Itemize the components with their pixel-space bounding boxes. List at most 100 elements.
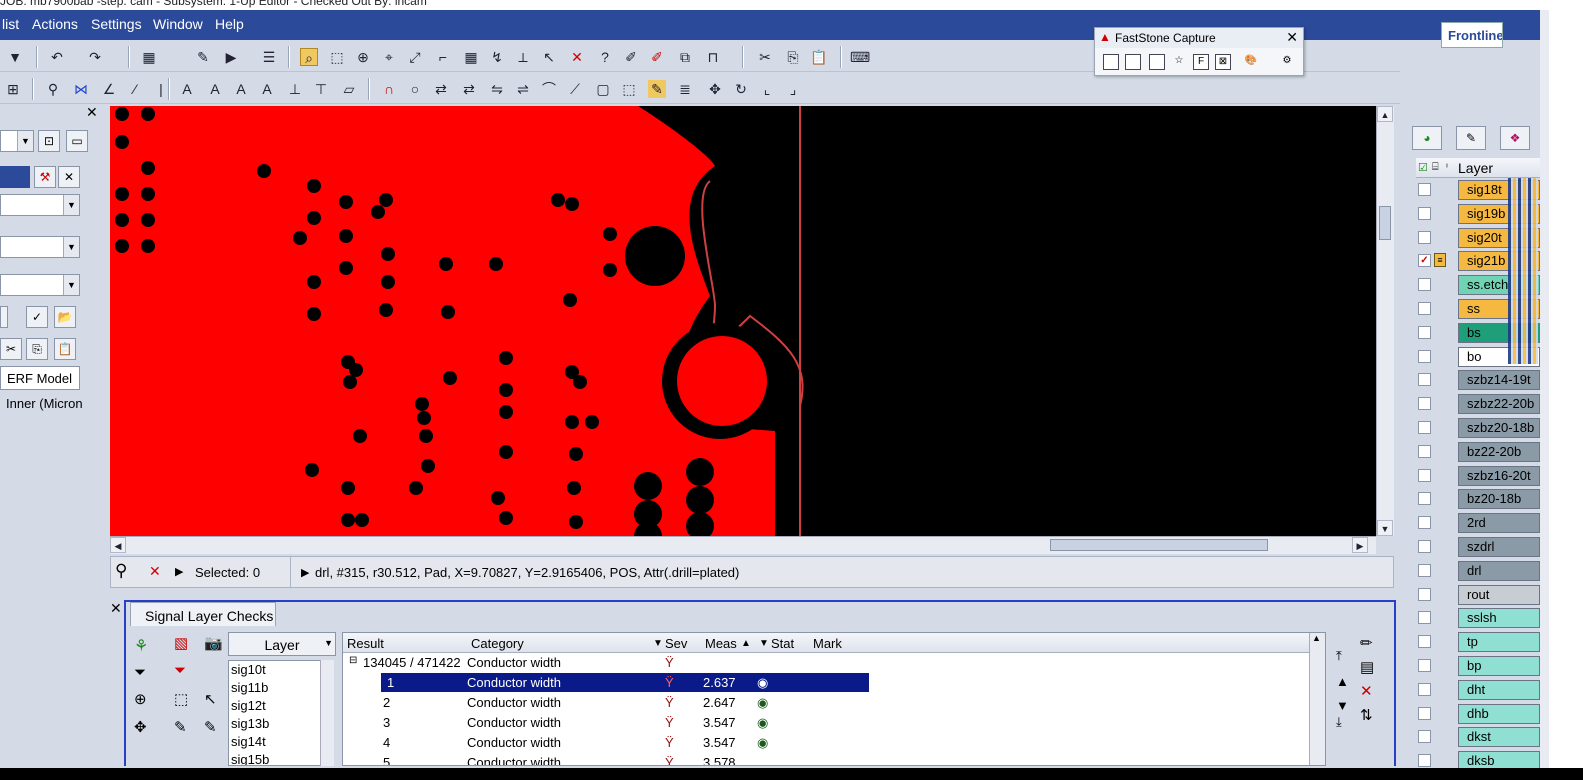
left-dropdown-4[interactable]: ▼ [0, 274, 80, 296]
query-icon[interactable]: ? [596, 48, 614, 66]
scroll-down-icon[interactable]: ▼ [1377, 520, 1393, 536]
angle-icon[interactable]: ∠ [100, 80, 118, 98]
filter-icon[interactable]: ⚲ [115, 561, 127, 581]
zoom-area-icon[interactable]: ⬚ [328, 48, 346, 66]
layer-name[interactable]: 2rd [1458, 513, 1540, 534]
layer-visibility-checkbox[interactable] [1418, 516, 1431, 530]
shape-icon[interactable]: ▱ [340, 80, 358, 98]
zoom-in-icon[interactable]: ⊕ [134, 690, 147, 708]
layer-name[interactable]: sslsh [1458, 608, 1540, 629]
checklist-icon[interactable]: ✓ [26, 306, 48, 328]
layer-visibility-checkbox[interactable] [1418, 682, 1431, 696]
layer-visibility-checkbox[interactable] [1418, 444, 1431, 458]
cross-line-icon[interactable]: ⋈ [72, 80, 90, 98]
arc-icon[interactable]: ⌒ [540, 80, 558, 98]
list-item[interactable]: sig10t [229, 661, 333, 679]
layer-row[interactable]: bz20-18b [1416, 487, 1542, 511]
pad-icon[interactable]: ○ [406, 80, 424, 98]
select-box-icon[interactable]: ⬚ [174, 690, 188, 708]
copy-icon[interactable]: ⎘ [784, 48, 802, 66]
measure-icon[interactable]: ⟂ [514, 48, 532, 66]
graphics-canvas[interactable] [110, 106, 1376, 536]
list-item[interactable]: sig12t [229, 697, 333, 715]
tree-icon[interactable]: ⊞ [4, 80, 22, 98]
delete-icon[interactable]: ✕ [1360, 682, 1373, 700]
square-icon[interactable]: ▢ [594, 80, 612, 98]
layout-icon[interactable]: ▦ [140, 48, 158, 66]
zoom-select-icon[interactable]: ⌖ [380, 48, 398, 66]
tree-icon[interactable]: ⚘ [134, 636, 148, 656]
eye-icon[interactable]: ◉ [757, 735, 768, 751]
tool-icon[interactable]: ⚒ [34, 166, 56, 188]
layer-name[interactable]: szbz20-18b [1458, 418, 1540, 438]
col-stat[interactable]: Stat [771, 636, 794, 651]
cut-icon[interactable]: ✂ [0, 338, 22, 360]
table-row[interactable]: 2 Conductor width Ÿ 2.647 ◉ [343, 693, 1303, 713]
layer-row[interactable]: szbz20-18b [1416, 416, 1542, 440]
folder-open-icon[interactable]: 📂 [54, 306, 76, 328]
layer-visibility-checkbox[interactable] [1418, 325, 1431, 339]
zoom-fit-icon[interactable]: ⤢ [406, 48, 424, 66]
col-mark[interactable]: Mark [813, 636, 842, 651]
filter-icon[interactable]: ▼ [653, 638, 663, 649]
layer-visibility-checkbox[interactable] [1418, 373, 1431, 387]
eye-icon[interactable]: ◉ [757, 675, 768, 691]
move-up-icon[interactable]: ▲ [1336, 674, 1349, 689]
funnel-red-icon[interactable]: ⏷ [174, 662, 186, 679]
graph-icon[interactable]: ▧ [174, 634, 188, 652]
move-down-icon[interactable]: ▼ [1336, 698, 1349, 713]
eye-icon[interactable]: ◉ [757, 715, 768, 731]
layer-row[interactable]: bz22-20b [1416, 440, 1542, 464]
layer-name[interactable]: szbz16-20t [1458, 465, 1540, 486]
sort-icon[interactable]: ⇅ [1360, 706, 1373, 724]
zoom-icon[interactable]: ⌕ [300, 48, 318, 66]
list-item[interactable]: sig15b [229, 751, 333, 765]
color-tab-icon[interactable]: ❖ [1500, 126, 1530, 150]
diagonal-icon[interactable]: ⁄ [126, 80, 144, 98]
layer-row[interactable]: drl [1416, 559, 1542, 583]
left-dropdown-3[interactable]: ▼ [0, 236, 80, 258]
paste-icon[interactable]: 📋 [54, 338, 76, 360]
cut-icon[interactable]: ✂ [756, 48, 774, 66]
left-dropdown-2[interactable]: ▼ [0, 194, 80, 216]
close-icon[interactable]: ✕ [1286, 29, 1298, 46]
corner-icon[interactable]: ⌞ [758, 80, 776, 98]
magnet-icon[interactable]: ∩ [380, 80, 398, 98]
scroll-up-icon[interactable]: ▲ [1377, 106, 1393, 122]
layer-name[interactable]: dkst [1458, 727, 1540, 748]
zoom-in-icon[interactable]: ⊕ [354, 48, 372, 66]
route-icon[interactable]: ↯ [488, 48, 506, 66]
layer-list[interactable]: sig10t sig11b sig12t sig13b sig14t sig15… [228, 660, 334, 766]
move-top-icon[interactable]: ⤒ [1336, 648, 1342, 664]
close-icon[interactable]: ✕ [110, 600, 122, 617]
camera-icon[interactable]: 📷 [204, 634, 223, 652]
properties-icon[interactable]: ⊡ [38, 130, 60, 152]
col-result[interactable]: Result [347, 636, 384, 651]
layer-row[interactable]: rout [1416, 583, 1542, 607]
horizontal-scrollbar[interactable]: ◀ ▶ [110, 536, 1376, 554]
list-item[interactable]: sig14t [229, 733, 333, 751]
results-scrollbar[interactable]: ▲ [1309, 633, 1325, 765]
script-icon[interactable]: ✎ [194, 48, 212, 66]
knife-icon[interactable]: ⟋ [566, 80, 584, 98]
frame-down-icon[interactable]: ⊤ [312, 80, 330, 98]
list-icon[interactable]: ☰ [260, 48, 278, 66]
layer-visibility-checkbox[interactable] [1418, 206, 1431, 220]
left-dropdown-1[interactable]: ▼ [0, 130, 34, 152]
layer-name[interactable]: szbz22-20b [1458, 394, 1540, 415]
layer-visibility-checkbox[interactable] [1418, 730, 1431, 744]
layer-visibility-checkbox[interactable] [1418, 349, 1431, 363]
menu-settings[interactable]: Settings [91, 16, 142, 32]
menu-actions[interactable]: Actions [32, 16, 78, 32]
layer-name[interactable]: bz22-20b [1458, 441, 1540, 462]
layer-visibility-checkbox[interactable]: ✓ [1418, 254, 1431, 268]
pin-icon[interactable]: ⚲ [44, 80, 62, 98]
layer-list-scrollbar[interactable] [320, 660, 334, 766]
menu-window[interactable]: Window [153, 16, 203, 32]
layer-visibility-checkbox[interactable] [1418, 706, 1431, 720]
redo-icon[interactable]: ↷ [86, 48, 104, 66]
undo-icon[interactable]: ↶ [48, 48, 66, 66]
layer-visibility-checkbox[interactable] [1418, 230, 1431, 244]
filter-icon[interactable]: ▼ [759, 638, 769, 649]
table-row[interactable]: 3 Conductor width Ÿ 3.547 ◉ [343, 713, 1303, 733]
